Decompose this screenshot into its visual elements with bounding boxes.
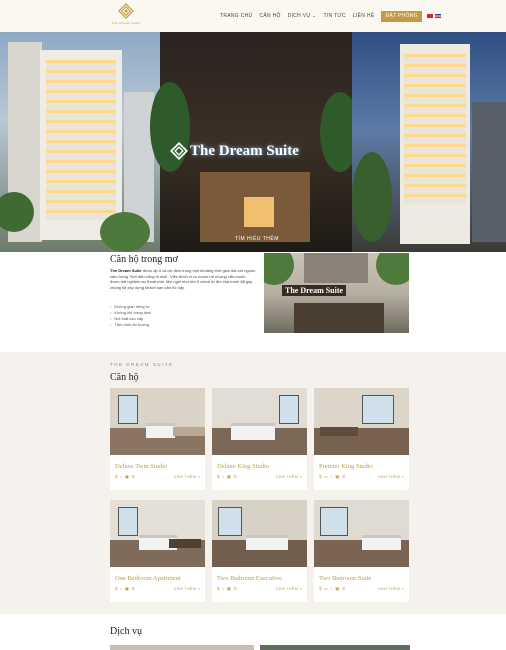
logo-text: The Dream Suite bbox=[111, 21, 141, 25]
logo-mark-icon bbox=[118, 3, 134, 19]
book-now-button[interactable]: ĐẶT PHÒNG bbox=[381, 10, 422, 22]
amenity-icons: $ ⌂ ▣ ≋ bbox=[115, 586, 136, 591]
en-flag-icon[interactable] bbox=[434, 14, 441, 18]
hero-sign: The Dream Suite bbox=[168, 137, 344, 165]
room-name[interactable]: Two Bedroom Executive bbox=[217, 575, 282, 582]
amenity-icons: $ ⌂ ▣ ≋ bbox=[115, 474, 136, 479]
learn-more-button[interactable]: TÌM HIỂU THÊM bbox=[235, 236, 279, 242]
hero-banner: The Dream Suite TÌM HIỂU THÊM bbox=[0, 32, 506, 252]
amenity-icons: $ ▭ ⌂ ▣ ≋ bbox=[319, 474, 346, 479]
section-title: Dịch vụ bbox=[110, 626, 142, 637]
section-title: Căn hộ bbox=[110, 372, 139, 383]
intro-brand: The Dream Suite bbox=[110, 268, 142, 273]
nav-item-contact[interactable]: LIÊN HỆ bbox=[353, 13, 375, 19]
main-nav: TRANG CHỦ CĂN HỘ DỊCH VỤ ⌄ TIN TỨC LIÊN … bbox=[220, 10, 443, 22]
intro-title: Căn hộ trong mơ bbox=[110, 254, 178, 265]
hero-image-center: The Dream Suite bbox=[150, 32, 360, 252]
room-card[interactable]: Premier King Studio $ ▭ ⌂ ▣ ≋ XEM THÊM » bbox=[314, 388, 409, 490]
amenity-icons: $ ⌂ ▣ ≋ bbox=[217, 474, 238, 479]
room-image[interactable] bbox=[110, 388, 205, 455]
services-image-strip bbox=[110, 645, 410, 650]
room-card[interactable]: Two Bedroom Suite $ ▭ ⌂ ▣ ≋ XEM THÊM » bbox=[314, 500, 409, 602]
intro-image-sign: The Dream Suite bbox=[282, 285, 347, 296]
nav-item-news[interactable]: TIN TỨC bbox=[324, 13, 346, 19]
room-image[interactable] bbox=[314, 500, 409, 567]
room-name[interactable]: Two Bedroom Suite bbox=[319, 575, 371, 582]
room-card[interactable]: Deluxe King Studio $ ⌂ ▣ ≋ XEM THÊM » bbox=[212, 388, 307, 490]
logo[interactable]: The Dream Suite bbox=[110, 1, 142, 31]
room-image[interactable] bbox=[314, 388, 409, 455]
section-kicker: THE DREAM SUITE bbox=[110, 362, 174, 367]
view-more-link[interactable]: XEM THÊM » bbox=[378, 475, 404, 479]
room-name[interactable]: One Bedroom Apartment bbox=[115, 575, 181, 582]
nav-item-services[interactable]: DỊCH VỤ ⌄ bbox=[288, 13, 317, 19]
view-more-link[interactable]: XEM THÊM » bbox=[174, 587, 200, 591]
services-section: Dịch vụ bbox=[0, 614, 506, 650]
room-image[interactable] bbox=[212, 388, 307, 455]
view-more-link[interactable]: XEM THÊM » bbox=[174, 475, 200, 479]
intro-image: The Dream Suite bbox=[264, 253, 409, 333]
list-item: Tầm nhìn ấn tượng bbox=[110, 322, 151, 328]
amenity-icons: $ ▭ ⌂ ▣ ≋ bbox=[319, 586, 346, 591]
room-name[interactable]: Premier King Studio bbox=[319, 463, 373, 470]
room-image[interactable] bbox=[212, 500, 307, 567]
nav-item-apartments[interactable]: CĂN HỘ bbox=[259, 13, 280, 19]
site-header: The Dream Suite TRANG CHỦ CĂN HỘ DỊCH VỤ… bbox=[0, 0, 506, 32]
feature-list: Không gian riêng tư Không khí trong lành… bbox=[110, 304, 151, 328]
logo-mark-icon bbox=[169, 141, 189, 161]
room-card[interactable]: One Bedroom Apartment $ ⌂ ▣ ≋ XEM THÊM » bbox=[110, 500, 205, 602]
hero-image-right bbox=[352, 32, 506, 252]
room-name[interactable]: Deluxe Twin Studio bbox=[115, 463, 167, 470]
hero-sign-text: The Dream Suite bbox=[190, 142, 299, 159]
hero-image-left bbox=[0, 32, 160, 252]
intro-section: Căn hộ trong mơ The Dream Suite được ấp … bbox=[0, 252, 506, 352]
amenity-icons: $ ⌂ ▣ ≋ bbox=[217, 586, 238, 591]
room-name[interactable]: Deluxe King Studio bbox=[217, 463, 269, 470]
nav-item-home[interactable]: TRANG CHỦ bbox=[220, 13, 252, 19]
view-more-link[interactable]: XEM THÊM » bbox=[378, 587, 404, 591]
vi-flag-icon[interactable] bbox=[426, 14, 433, 18]
room-card[interactable]: Two Bedroom Executive $ ⌂ ▣ ≋ XEM THÊM » bbox=[212, 500, 307, 602]
intro-text: The Dream Suite được ấp ủ và dự định tro… bbox=[110, 268, 256, 290]
room-card[interactable]: Deluxe Twin Studio $ ⌂ ▣ ≋ XEM THÊM » bbox=[110, 388, 205, 490]
view-more-link[interactable]: XEM THÊM » bbox=[276, 475, 302, 479]
view-more-link[interactable]: XEM THÊM » bbox=[276, 587, 302, 591]
rooms-section: THE DREAM SUITE Căn hộ Deluxe Twin Studi… bbox=[0, 352, 506, 614]
room-image[interactable] bbox=[110, 500, 205, 567]
